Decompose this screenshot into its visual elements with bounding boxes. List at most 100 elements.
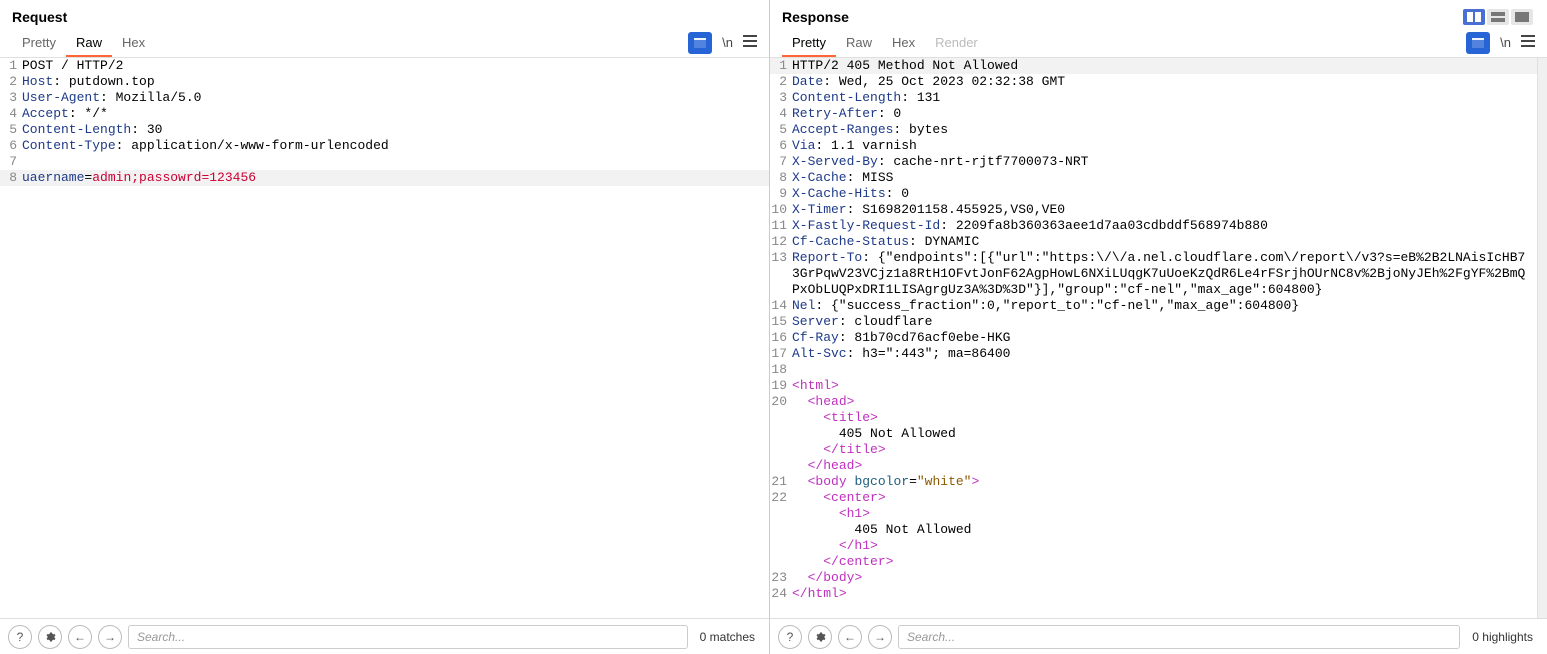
code-content[interactable]: <title>: [792, 410, 1537, 426]
tab-hex[interactable]: Hex: [882, 29, 925, 56]
help-icon[interactable]: ?: [8, 625, 32, 649]
code-content[interactable]: Date: Wed, 25 Oct 2023 02:32:38 GMT: [792, 74, 1537, 90]
code-line[interactable]: 24</html>: [770, 586, 1537, 602]
back-button[interactable]: ←: [68, 625, 92, 649]
tab-pretty[interactable]: Pretty: [12, 29, 66, 56]
tab-hex[interactable]: Hex: [112, 29, 155, 56]
code-content[interactable]: <center>: [792, 490, 1537, 506]
forward-button[interactable]: →: [868, 625, 892, 649]
code-content[interactable]: Cf-Ray: 81b70cd76acf0ebe-HKG: [792, 330, 1537, 346]
wrap-toggle[interactable]: \n: [722, 35, 733, 50]
code-line[interactable]: 3Content-Length: 131: [770, 90, 1537, 106]
code-line[interactable]: </head>: [770, 458, 1537, 474]
scrollbar[interactable]: [1537, 58, 1547, 618]
code-content[interactable]: 405 Not Allowed: [792, 522, 1537, 538]
menu-icon[interactable]: [1521, 35, 1535, 50]
code-line[interactable]: 5Accept-Ranges: bytes: [770, 122, 1537, 138]
code-line[interactable]: 8uaername=admin;passowrd=123456: [0, 170, 769, 186]
code-line[interactable]: 6Content-Type: application/x-www-form-ur…: [0, 138, 769, 154]
code-line[interactable]: 20 <head>: [770, 394, 1537, 410]
code-line[interactable]: 4Retry-After: 0: [770, 106, 1537, 122]
inspector-toggle-button[interactable]: [1466, 32, 1490, 54]
code-content[interactable]: User-Agent: Mozilla/5.0: [22, 90, 769, 106]
code-content[interactable]: Alt-Svc: h3=":443"; ma=86400: [792, 346, 1537, 362]
code-line[interactable]: 13Report-To: {"endpoints":[{"url":"https…: [770, 250, 1537, 298]
code-content[interactable]: [22, 154, 769, 170]
code-content[interactable]: </html>: [792, 586, 1537, 602]
code-content[interactable]: Server: cloudflare: [792, 314, 1537, 330]
code-line[interactable]: </h1>: [770, 538, 1537, 554]
code-line[interactable]: 4Accept: */*: [0, 106, 769, 122]
code-line[interactable]: <h1>: [770, 506, 1537, 522]
code-content[interactable]: 405 Not Allowed: [792, 426, 1537, 442]
code-line[interactable]: 5Content-Length: 30: [0, 122, 769, 138]
code-line[interactable]: 405 Not Allowed: [770, 522, 1537, 538]
wrap-toggle[interactable]: \n: [1500, 35, 1511, 50]
code-line[interactable]: 405 Not Allowed: [770, 426, 1537, 442]
code-content[interactable]: X-Timer: S1698201158.455925,VS0,VE0: [792, 202, 1537, 218]
help-icon[interactable]: ?: [778, 625, 802, 649]
code-line[interactable]: 10X-Timer: S1698201158.455925,VS0,VE0: [770, 202, 1537, 218]
code-content[interactable]: Cf-Cache-Status: DYNAMIC: [792, 234, 1537, 250]
code-content[interactable]: X-Fastly-Request-Id: 2209fa8b360363aee1d…: [792, 218, 1537, 234]
code-line[interactable]: 11X-Fastly-Request-Id: 2209fa8b360363aee…: [770, 218, 1537, 234]
gear-icon[interactable]: [38, 625, 62, 649]
code-content[interactable]: Host: putdown.top: [22, 74, 769, 90]
code-line[interactable]: </center>: [770, 554, 1537, 570]
code-content[interactable]: <h1>: [792, 506, 1537, 522]
code-line[interactable]: 22 <center>: [770, 490, 1537, 506]
code-line[interactable]: 2Host: putdown.top: [0, 74, 769, 90]
code-line[interactable]: 17Alt-Svc: h3=":443"; ma=86400: [770, 346, 1537, 362]
code-content[interactable]: X-Served-By: cache-nrt-rjtf7700073-NRT: [792, 154, 1537, 170]
response-search-input[interactable]: [898, 625, 1460, 649]
code-line[interactable]: 15Server: cloudflare: [770, 314, 1537, 330]
inspector-toggle-button[interactable]: [688, 32, 712, 54]
code-content[interactable]: uaername=admin;passowrd=123456: [22, 170, 769, 186]
layout-single-button[interactable]: [1511, 9, 1533, 25]
code-content[interactable]: Retry-After: 0: [792, 106, 1537, 122]
code-line[interactable]: 21 <body bgcolor="white">: [770, 474, 1537, 490]
code-content[interactable]: </head>: [792, 458, 1537, 474]
tab-raw[interactable]: Raw: [66, 29, 112, 56]
code-content[interactable]: Content-Length: 131: [792, 90, 1537, 106]
code-line[interactable]: </title>: [770, 442, 1537, 458]
code-line[interactable]: 8X-Cache: MISS: [770, 170, 1537, 186]
code-content[interactable]: <head>: [792, 394, 1537, 410]
code-content[interactable]: Nel: {"success_fraction":0,"report_to":"…: [792, 298, 1537, 314]
code-line[interactable]: 14Nel: {"success_fraction":0,"report_to"…: [770, 298, 1537, 314]
code-content[interactable]: X-Cache-Hits: 0: [792, 186, 1537, 202]
layout-rows-button[interactable]: [1487, 9, 1509, 25]
gear-icon[interactable]: [808, 625, 832, 649]
code-line[interactable]: 1HTTP/2 405 Method Not Allowed: [770, 58, 1537, 74]
code-line[interactable]: 1POST / HTTP/2: [0, 58, 769, 74]
code-line[interactable]: 12Cf-Cache-Status: DYNAMIC: [770, 234, 1537, 250]
code-line[interactable]: <title>: [770, 410, 1537, 426]
code-content[interactable]: Report-To: {"endpoints":[{"url":"https:\…: [792, 250, 1537, 298]
request-editor[interactable]: 1POST / HTTP/22Host: putdown.top3User-Ag…: [0, 58, 769, 618]
tab-raw[interactable]: Raw: [836, 29, 882, 56]
code-content[interactable]: Accept: */*: [22, 106, 769, 122]
code-content[interactable]: Accept-Ranges: bytes: [792, 122, 1537, 138]
code-content[interactable]: <html>: [792, 378, 1537, 394]
code-content[interactable]: <body bgcolor="white">: [792, 474, 1537, 490]
code-content[interactable]: [792, 362, 1537, 378]
code-content[interactable]: </center>: [792, 554, 1537, 570]
layout-columns-button[interactable]: [1463, 9, 1485, 25]
response-editor[interactable]: 1HTTP/2 405 Method Not Allowed2Date: Wed…: [770, 58, 1537, 618]
code-line[interactable]: 19<html>: [770, 378, 1537, 394]
forward-button[interactable]: →: [98, 625, 122, 649]
code-content[interactable]: </title>: [792, 442, 1537, 458]
back-button[interactable]: ←: [838, 625, 862, 649]
code-line[interactable]: 9X-Cache-Hits: 0: [770, 186, 1537, 202]
menu-icon[interactable]: [743, 35, 757, 50]
code-line[interactable]: 7X-Served-By: cache-nrt-rjtf7700073-NRT: [770, 154, 1537, 170]
code-content[interactable]: Content-Length: 30: [22, 122, 769, 138]
code-line[interactable]: 3User-Agent: Mozilla/5.0: [0, 90, 769, 106]
tab-pretty[interactable]: Pretty: [782, 29, 836, 56]
code-content[interactable]: POST / HTTP/2: [22, 58, 769, 74]
code-content[interactable]: X-Cache: MISS: [792, 170, 1537, 186]
code-line[interactable]: 18: [770, 362, 1537, 378]
code-line[interactable]: 16Cf-Ray: 81b70cd76acf0ebe-HKG: [770, 330, 1537, 346]
code-content[interactable]: </body>: [792, 570, 1537, 586]
code-content[interactable]: </h1>: [792, 538, 1537, 554]
